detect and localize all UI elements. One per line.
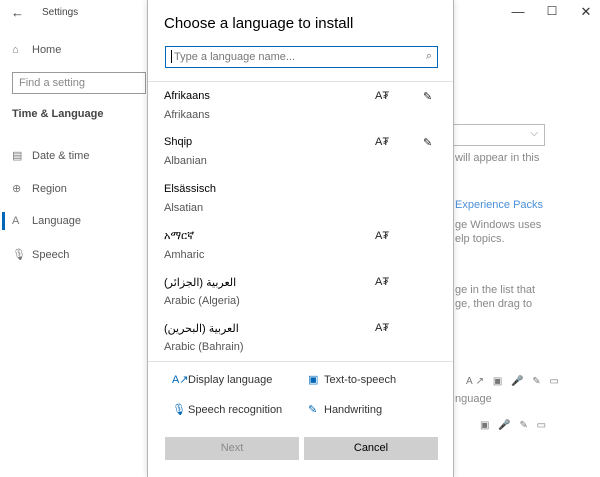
legend-label: Handwriting <box>324 404 383 416</box>
sidebar-item-language[interactable]: A Language <box>12 215 81 227</box>
close-icon[interactable]: ✕ <box>578 4 594 20</box>
right-text-appear: will appear in this <box>455 152 540 164</box>
display-language-icon: A₮ <box>375 90 390 102</box>
handwriting-icon: ✎ <box>423 91 433 103</box>
microphone-icon: 🎙 <box>12 249 26 261</box>
list-item[interactable]: Elsässisch Alsatian <box>148 175 453 221</box>
sidebar-item-label: Speech <box>32 249 70 261</box>
selected-indicator <box>2 212 5 230</box>
window-title: Settings <box>42 7 79 18</box>
legend-label: Display language <box>188 374 273 386</box>
minimize-icon[interactable]: — <box>510 4 526 19</box>
legend-display-language: A↗Display language <box>172 373 272 386</box>
find-setting-placeholder: Find a setting <box>19 77 86 89</box>
right-text-in-list: ge in the list that <box>455 284 536 296</box>
text-caret <box>171 50 172 63</box>
display-language-icon: A₮ <box>375 136 390 148</box>
home-nav-item[interactable]: ⌂ Home <box>12 44 61 56</box>
language-english-name: Arabic (Algeria) <box>164 295 240 307</box>
dialog-title: Choose a language to install <box>164 15 354 32</box>
display-language-icon: A↗ <box>172 374 189 386</box>
display-language-icon: A₮ <box>375 322 390 334</box>
sidebar-item-date-time[interactable]: ▤ Date & time <box>12 149 89 162</box>
right-text-help: elp topics. <box>455 233 505 245</box>
language-native-name: Shqip <box>164 136 193 148</box>
right-text-windows-uses: ge Windows uses <box>455 219 542 231</box>
home-label: Home <box>32 44 62 56</box>
language-search-input[interactable]: Type a language name... ⌕ <box>165 46 438 68</box>
language-english-name: Afrikaans <box>164 109 210 121</box>
language-native-name: العربية (البحرين) <box>164 323 239 335</box>
list-item[interactable]: العربية (البحرين) Arabic (Bahrain) A₮ <box>148 314 453 360</box>
legend-handwriting: ✎ Handwriting <box>308 403 382 416</box>
list-item[interactable]: Shqip Albanian A₮ ✎ <box>148 128 453 174</box>
language-dropdown[interactable]: ⌵ <box>453 124 545 146</box>
language-native-name: Elsässisch <box>164 183 216 195</box>
legend-label: Speech recognition <box>188 404 283 416</box>
experience-packs-link[interactable]: Experience Packs <box>455 199 543 211</box>
display-language-icon: A₮ <box>375 230 390 242</box>
language-native-name: አማርኛ <box>164 230 195 242</box>
back-arrow-icon[interactable]: ← <box>11 5 24 20</box>
maximize-icon[interactable]: ☐ <box>544 4 560 18</box>
search-placeholder: Type a language name... <box>174 51 296 63</box>
handwriting-icon: ✎ <box>308 404 318 416</box>
legend-label: Text-to-speech <box>324 374 397 386</box>
next-button[interactable]: Next <box>165 437 299 460</box>
language-native-name: Afrikaans <box>164 90 210 102</box>
text-to-speech-icon: ▣ <box>308 374 319 386</box>
language-list[interactable]: Afrikaans Afrikaans A₮ ✎ Shqip Albanian … <box>148 82 453 360</box>
home-icon: ⌂ <box>12 44 19 56</box>
feature-icons-row: ▣ 🎤 ✎ ▭ <box>480 420 550 431</box>
section-title: Time & Language <box>12 108 104 120</box>
legend-speech-recognition: 🎙 Speech recognition <box>172 403 282 416</box>
display-language-icon: A₮ <box>375 276 390 288</box>
right-text-drag: ge, then drag to <box>455 298 533 310</box>
choose-language-dialog: Choose a language to install Type a lang… <box>147 0 454 477</box>
legend-text-to-speech: ▣ Text-to-speech <box>308 373 396 386</box>
language-english-name: Amharic <box>164 249 205 261</box>
language-english-name: Alsatian <box>164 202 204 214</box>
list-item[interactable]: አማርኛ Amharic A₮ <box>148 222 453 268</box>
feature-icons-row: A↗ ▣ 🎤 ✎ ▭ <box>466 376 562 387</box>
sidebar-item-region[interactable]: ⊕ Region <box>12 182 67 195</box>
right-text-language: nguage <box>455 393 492 405</box>
list-item[interactable]: العربية (الجزائر) Arabic (Algeria) A₮ <box>148 268 453 314</box>
find-setting-input[interactable]: Find a setting <box>12 72 146 94</box>
handwriting-icon: ✎ <box>423 137 433 149</box>
sidebar-item-label: Region <box>32 183 67 195</box>
language-icon: A <box>12 215 20 227</box>
calendar-icon: ▤ <box>12 150 23 162</box>
microphone-icon: 🎙 <box>172 404 186 416</box>
chevron-down-icon: ⌵ <box>530 128 538 139</box>
sidebar-item-label: Date & time <box>32 150 90 162</box>
language-native-name: العربية (الجزائر) <box>164 277 237 289</box>
globe-icon: ⊕ <box>12 183 22 195</box>
cancel-button[interactable]: Cancel <box>304 437 438 460</box>
language-english-name: Albanian <box>164 155 207 167</box>
sidebar-item-speech[interactable]: 🎙 Speech <box>12 248 69 261</box>
language-english-name: Arabic (Bahrain) <box>164 341 244 353</box>
search-icon[interactable]: ⌕ <box>426 50 432 63</box>
sidebar-item-label: Language <box>32 215 81 227</box>
list-item[interactable]: Afrikaans Afrikaans A₮ ✎ <box>148 82 453 128</box>
divider <box>148 361 453 362</box>
